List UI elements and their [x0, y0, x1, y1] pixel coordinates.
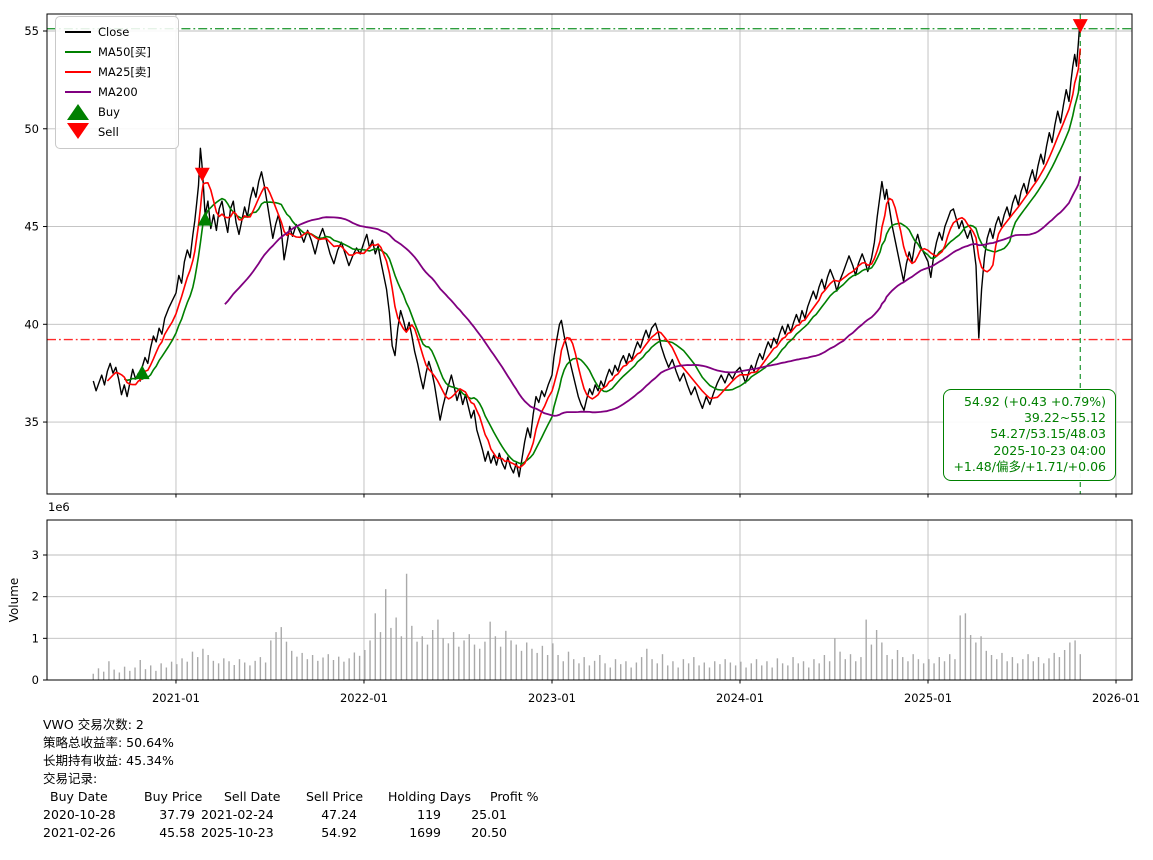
legend-item-sell: Sell	[64, 122, 170, 142]
svg-text:1: 1	[32, 631, 39, 645]
svg-text:2024-01: 2024-01	[716, 691, 764, 705]
svg-text:2025-01: 2025-01	[904, 691, 952, 705]
trade-header-cell: Sell Date	[210, 788, 298, 806]
sell-triangle-icon	[64, 126, 91, 139]
trade-row: 2020-10-2837.792021-02-2447.2411925.01	[43, 806, 552, 824]
buy-triangle-icon	[64, 104, 91, 120]
legend-item-ma50-: MA50[买]	[64, 42, 170, 62]
trade-cell: 2020-10-28	[43, 806, 131, 824]
volume-offset-label: 1e6	[48, 500, 70, 514]
annotation-line: 2025-10-23 04:00	[953, 443, 1106, 459]
series-close	[93, 29, 1080, 477]
trade-header-cell: Buy Price	[144, 788, 210, 806]
trade-markers	[135, 19, 1088, 379]
annotation-line: 54.27/53.15/48.03	[953, 426, 1106, 442]
svg-text:2021-01: 2021-01	[152, 691, 200, 705]
legend-line-swatch	[64, 31, 91, 33]
legend-label: Sell	[98, 125, 119, 139]
trade-cell: 25.01	[441, 806, 507, 824]
trade-table-header: Buy DateBuy PriceSell DateSell PriceHold…	[43, 788, 552, 806]
strategy-stats: VWO 交易次数: 2策略总收益率: 50.64%长期持有收益: 45.34%交…	[43, 716, 552, 842]
legend-label: Close	[98, 25, 129, 39]
quote-annotation-box: 54.92 (+0.43 +0.79%)39.22~55.1254.27/53.…	[943, 389, 1116, 481]
annotation-line: 39.22~55.12	[953, 410, 1106, 426]
trade-cell: 20.50	[441, 824, 507, 842]
legend-line-swatch	[64, 51, 91, 53]
svg-text:2026-01: 2026-01	[1092, 691, 1140, 705]
trade-cell: 2021-02-26	[43, 824, 131, 842]
gridlines	[47, 14, 1132, 680]
axes-frame	[47, 14, 1132, 680]
legend-label: MA50[买]	[98, 44, 151, 60]
svg-text:40: 40	[24, 317, 39, 331]
trade-header-cell: Sell Price	[298, 788, 378, 806]
stats-line: 交易记录:	[43, 770, 552, 788]
trade-cell: 2021-02-24	[195, 806, 297, 824]
trade-cell: 37.79	[131, 806, 195, 824]
trade-header-cell: Profit %	[484, 788, 552, 806]
svg-text:2: 2	[32, 590, 39, 604]
svg-text:55: 55	[24, 24, 39, 38]
legend-label: MA200	[98, 85, 138, 99]
trade-header-cell: Holding Days	[378, 788, 484, 806]
legend-item-ma25-: MA25[卖]	[64, 62, 170, 82]
stats-line: 长期持有收益: 45.34%	[43, 752, 552, 770]
trade-header-cell: Buy Date	[43, 788, 144, 806]
legend: Close MA50[买] MA25[卖] MA200 Buy Sell	[55, 16, 179, 149]
svg-text:3: 3	[32, 548, 39, 562]
volume-bars	[93, 574, 1080, 680]
svg-text:45: 45	[24, 220, 39, 234]
volume-axis-label: Volume	[7, 578, 21, 623]
svg-text:2022-01: 2022-01	[340, 691, 388, 705]
stock-chart-figure: 35 40 45 50 55 0 1 2 3 2021-01 2022-01 2023-01 2024-…	[0, 0, 1153, 860]
sell-marker	[195, 168, 210, 182]
stats-line: VWO 交易次数: 2	[43, 716, 552, 734]
svg-text:0: 0	[32, 673, 39, 687]
buy-marker	[135, 365, 150, 379]
trade-cell: 1699	[357, 824, 441, 842]
trade-cell: 45.58	[131, 824, 195, 842]
legend-label: MA25[卖]	[98, 64, 151, 80]
legend-label: Buy	[98, 105, 120, 119]
trade-cell: 54.92	[297, 824, 357, 842]
trade-cell: 119	[357, 806, 441, 824]
legend-line-swatch	[64, 91, 91, 93]
trade-cell: 47.24	[297, 806, 357, 824]
trade-cell: 2025-10-23	[195, 824, 297, 842]
series-ma50-	[124, 75, 1080, 464]
svg-text:35: 35	[24, 415, 39, 429]
stats-line: 策略总收益率: 50.64%	[43, 734, 552, 752]
annotation-line: 54.92 (+0.43 +0.79%)	[953, 394, 1106, 410]
annotation-line: +1.48/偏多/+1.71/+0.06	[953, 459, 1106, 475]
price-series-lines	[93, 29, 1080, 477]
series-ma200	[225, 177, 1080, 416]
legend-item-close: Close	[64, 22, 170, 42]
legend-line-swatch	[64, 71, 91, 73]
tick-labels: 35 40 45 50 55 0 1 2 3 2021-01 2022-01 2023-01 2024-…	[24, 24, 1140, 705]
svg-text:50: 50	[24, 122, 39, 136]
legend-item-buy: Buy	[64, 102, 170, 122]
legend-item-ma200: MA200	[64, 82, 170, 102]
svg-text:2023-01: 2023-01	[528, 691, 576, 705]
trade-row: 2021-02-2645.582025-10-2354.92169920.50	[43, 824, 552, 842]
